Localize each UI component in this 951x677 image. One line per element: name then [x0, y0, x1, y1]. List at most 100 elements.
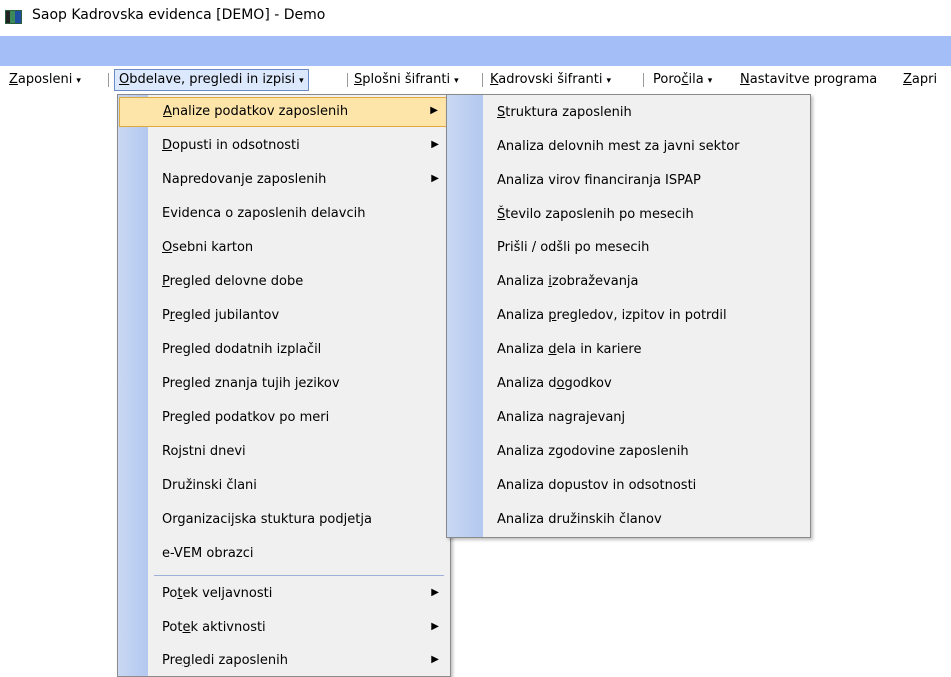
menu-bar: Zaposleni ▾ Obdelave, pregledi in izpisi ▾…	[0, 66, 951, 94]
submenu-item-struktura-zaposlenih[interactable]: Struktura zaposlenih	[448, 97, 808, 130]
menu-item-label: Potek aktivnosti	[162, 620, 266, 635]
menu-item-label: Rojstni dnevi	[162, 444, 246, 459]
app-window-icon	[5, 10, 22, 24]
submenu-item-analiza-virov-financiranja[interactable]: Analiza virov financiranja ISPAP	[448, 165, 808, 198]
menu-splosni-sifranti[interactable]: Splošni šifranti ▾	[350, 69, 463, 91]
menu-item-dopusti-in-odsotnosti[interactable]: Dopusti in odsotnosti ▶	[119, 132, 449, 162]
submenu-item-analiza-zgodovine[interactable]: Analiza zgodovine zaposlenih	[448, 436, 808, 469]
menu-item-label: Osebni karton	[162, 240, 254, 255]
menu-item-label: Napredovanje zaposlenih	[162, 172, 327, 187]
submenu-item-analiza-dopustov[interactable]: Analiza dopustov in odsotnosti	[448, 470, 808, 503]
submenu-item-analiza-druzinskih-clanov[interactable]: Analiza družinskih članov	[448, 504, 808, 537]
analize-submenu: Struktura zaposlenih Analiza delovnih me…	[446, 94, 811, 538]
menu-item-label: Prišli / odšli po mesecih	[497, 240, 650, 255]
menu-label: aposleni	[17, 72, 73, 87]
menu-label: bdelave, pregledi in izpisi	[129, 72, 296, 87]
menu-item-label: Analize podatkov zaposlenih	[163, 104, 349, 119]
submenu-arrow-icon: ▶	[431, 654, 439, 665]
menu-item-label: Pregled podatkov po meri	[162, 410, 330, 425]
menu-item-e-vem-obrazci[interactable]: e-VEM obrazci	[119, 540, 449, 570]
menu-label: ila	[688, 72, 704, 87]
menu-item-label: Analiza virov financiranja ISPAP	[497, 173, 701, 188]
menu-item-label: Pregled znanja tujih jezikov	[162, 376, 340, 391]
menu-item-label: Struktura zaposlenih	[497, 105, 632, 120]
menu-item-label: Pregledi zaposlenih	[162, 653, 289, 668]
menu-item-osebni-karton[interactable]: Osebni karton	[119, 234, 449, 264]
menu-nastavitve-programa[interactable]: Nastavitve programa	[736, 69, 881, 91]
menu-item-pregledi-zaposlenih[interactable]: Pregledi zaposlenih ▶	[119, 647, 449, 677]
mnemonic: N	[740, 72, 750, 87]
menu-item-label: Analiza družinskih članov	[497, 512, 662, 527]
submenu-arrow-icon: ▶	[430, 105, 438, 116]
submenu-item-analiza-dela-in-kariere[interactable]: Analiza dela in kariere	[448, 334, 808, 367]
submenu-item-analiza-dogodkov[interactable]: Analiza dogodkov	[448, 368, 808, 401]
menu-item-label: Družinski člani	[162, 478, 257, 493]
menu-zaposleni[interactable]: Zaposleni ▾	[5, 69, 85, 91]
menu-item-label: Dopusti in odsotnosti	[162, 138, 300, 153]
chevron-down-icon: ▾	[299, 76, 304, 86]
menu-obdelave[interactable]: Obdelave, pregledi in izpisi ▾	[114, 69, 309, 91]
menu-item-evidenca-o-zaposlenih-delavcih[interactable]: Evidenca o zaposlenih delavcih	[119, 200, 449, 230]
submenu-arrow-icon: ▶	[431, 621, 439, 632]
menu-item-label: Pregled jubilantov	[162, 308, 280, 323]
menu-item-potek-veljavnosti[interactable]: Potek veljavnosti ▶	[119, 580, 449, 610]
submenu-item-analiza-pregledov[interactable]: Analiza pregledov, izpitov in potrdil	[448, 300, 808, 333]
menu-item-label: Število zaposlenih po mesecih	[497, 207, 694, 222]
mnemonic: Z	[903, 72, 912, 87]
menu-label: apri	[911, 72, 938, 87]
submenu-arrow-icon: ▶	[431, 587, 439, 598]
menu-item-pregled-dodatnih-izplacil[interactable]: Pregled dodatnih izplačil	[119, 336, 449, 366]
menu-separator	[482, 73, 483, 87]
mnemonic: č	[681, 72, 689, 87]
menu-item-label: e-VEM obrazci	[162, 546, 254, 561]
submenu-arrow-icon: ▶	[431, 139, 439, 150]
menu-item-pregled-jubilantov[interactable]: Pregled jubilantov	[119, 302, 449, 332]
chevron-down-icon: ▾	[76, 76, 81, 86]
menu-item-pregled-delovne-dobe[interactable]: Pregled delovne dobe	[119, 268, 449, 298]
window-title: Saop Kadrovska evidenca [DEMO] - Demo	[32, 7, 326, 23]
menu-item-label: Organizacijska stuktura podjetja	[162, 512, 372, 527]
menu-item-label: Analiza dogodkov	[497, 376, 612, 391]
chevron-down-icon: ▾	[454, 76, 459, 86]
mnemonic: Z	[9, 72, 18, 87]
menu-item-druzinski-clani[interactable]: Družinski člani	[119, 472, 449, 502]
menu-item-label: Analiza pregledov, izpitov in potrdil	[497, 308, 727, 323]
menu-separator	[108, 73, 109, 87]
menu-item-label: Pregled delovne dobe	[162, 274, 304, 289]
menu-label: astavitve programa	[749, 72, 878, 87]
submenu-item-stevilo-zaposlenih[interactable]: Število zaposlenih po mesecih	[448, 199, 808, 232]
menu-label: adrovski šifranti	[498, 72, 603, 87]
obdelave-dropdown-menu: Analize podatkov zaposlenih ▶ Dopusti in…	[117, 94, 451, 677]
title-bar: Saop Kadrovska evidenca [DEMO] - Demo	[0, 0, 951, 30]
menu-item-potek-aktivnosti[interactable]: Potek aktivnosti ▶	[119, 614, 449, 644]
menu-porocila[interactable]: Poročila ▾	[649, 69, 716, 91]
menu-item-label: Analiza zgodovine zaposlenih	[497, 444, 689, 459]
submenu-item-analiza-nagrajevanj[interactable]: Analiza nagrajevanj	[448, 402, 808, 435]
menu-kadrovski-sifranti[interactable]: Kadrovski šifranti ▾	[486, 69, 615, 91]
menu-item-label: Evidenca o zaposlenih delavcih	[162, 206, 366, 221]
menu-item-label: Analiza dela in kariere	[497, 342, 642, 357]
menu-item-pregled-podatkov-po-meri[interactable]: Pregled podatkov po meri	[119, 404, 449, 434]
chevron-down-icon: ▾	[707, 76, 713, 86]
menu-item-label: Analiza izobraževanja	[497, 274, 639, 289]
menu-zapri[interactable]: Zapri	[899, 69, 941, 91]
menu-item-napredovanje-zaposlenih[interactable]: Napredovanje zaposlenih ▶	[119, 166, 449, 196]
menu-label: plošni šifranti	[362, 72, 451, 87]
menu-item-label: Pregled dodatnih izplačil	[162, 342, 322, 357]
menu-label: Poro	[653, 72, 682, 87]
menu-item-label: Analiza delovnih mest za javni sektor	[497, 139, 740, 154]
submenu-arrow-icon: ▶	[431, 173, 439, 184]
mnemonic: O	[119, 72, 130, 87]
menu-item-organizacijska-stuktura-podjetja[interactable]: Organizacijska stuktura podjetja	[119, 506, 449, 536]
menu-item-rojstni-dnevi[interactable]: Rojstni dnevi	[119, 438, 449, 468]
toolbar-band	[0, 36, 951, 66]
menu-item-analize-podatkov-zaposlenih[interactable]: Analize podatkov zaposlenih ▶	[119, 97, 449, 127]
menu-item-pregled-znanja-tujih-jezikov[interactable]: Pregled znanja tujih jezikov	[119, 370, 449, 400]
submenu-item-analiza-delovnih-mest[interactable]: Analiza delovnih mest za javni sektor	[448, 131, 808, 164]
menu-item-label: Analiza nagrajevanj	[497, 410, 626, 425]
menu-separator	[347, 73, 348, 87]
menu-separator	[643, 73, 644, 87]
submenu-item-prisli-odsli[interactable]: Prišli / odšli po mesecih	[448, 232, 808, 265]
submenu-item-analiza-izobrazevanja[interactable]: Analiza izobraževanja	[448, 266, 808, 299]
menu-item-label: Analiza dopustov in odsotnosti	[497, 478, 697, 493]
